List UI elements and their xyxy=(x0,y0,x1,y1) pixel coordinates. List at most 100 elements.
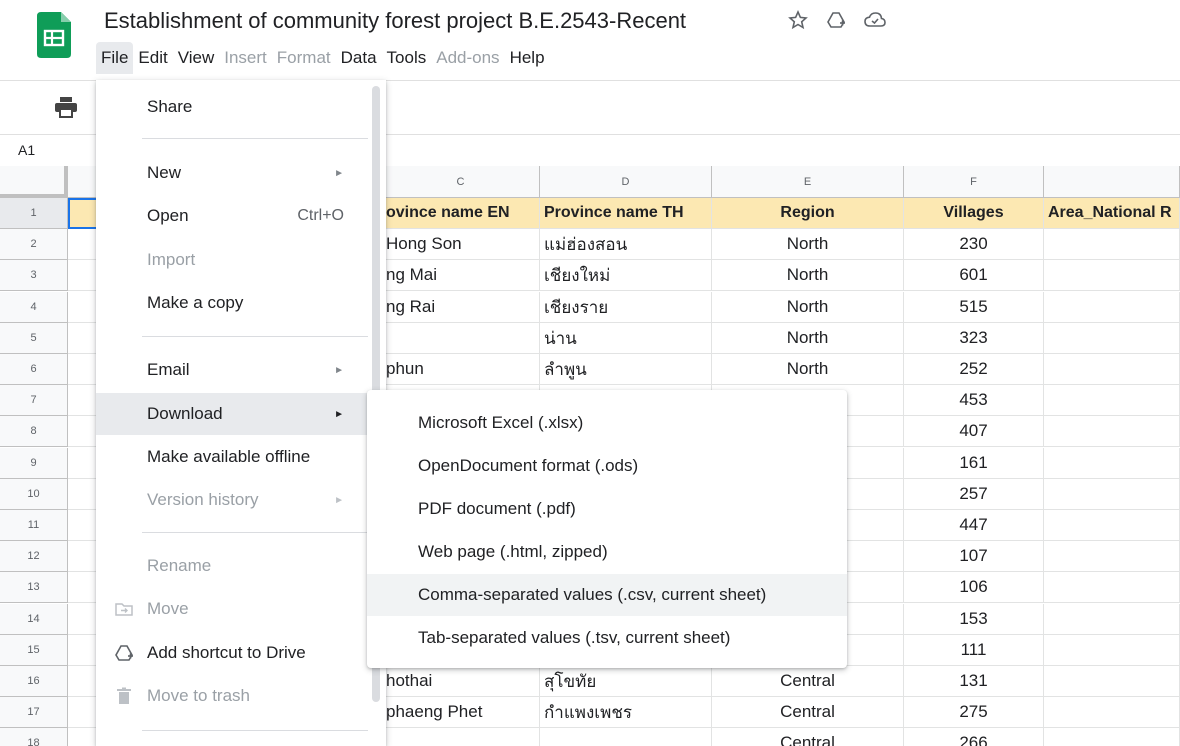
download-pdf[interactable]: PDF document (.pdf) xyxy=(367,488,847,530)
download-html[interactable]: Web page (.html, zipped) xyxy=(367,531,847,573)
table-cell[interactable] xyxy=(540,728,712,746)
table-cell[interactable] xyxy=(1044,510,1180,541)
row-header-6[interactable]: 6 xyxy=(0,354,68,385)
star-icon[interactable] xyxy=(788,10,808,30)
row-header-7[interactable]: 7 xyxy=(0,385,68,416)
sheets-logo-icon[interactable] xyxy=(37,12,71,58)
table-cell[interactable]: Hong Son xyxy=(382,229,540,260)
table-cell[interactable] xyxy=(1044,448,1180,479)
column-header-f[interactable]: F xyxy=(904,166,1044,198)
table-cell[interactable]: 601 xyxy=(904,260,1044,291)
table-cell[interactable]: 131 xyxy=(904,666,1044,697)
table-cell[interactable]: 515 xyxy=(904,292,1044,323)
table-cell[interactable] xyxy=(382,728,540,746)
table-cell[interactable] xyxy=(1044,728,1180,746)
table-cell[interactable] xyxy=(1044,541,1180,572)
menu-edit[interactable]: Edit xyxy=(133,42,172,74)
menu-data[interactable]: Data xyxy=(336,42,382,74)
row-header-5[interactable]: 5 xyxy=(0,323,68,354)
row-header-17[interactable]: 17 xyxy=(0,697,68,728)
table-cell[interactable] xyxy=(1044,697,1180,728)
column-header-c[interactable]: C xyxy=(382,166,540,198)
table-cell[interactable]: กำแพงเพชร xyxy=(540,697,712,728)
menu-item-make-a-copy[interactable]: Make a copy xyxy=(96,283,386,323)
table-cell[interactable] xyxy=(1044,416,1180,447)
row-header-8[interactable]: 8 xyxy=(0,416,68,447)
header-cell-c[interactable]: ovince name EN xyxy=(382,198,540,229)
table-cell[interactable]: North xyxy=(712,323,904,354)
table-cell[interactable]: สุโขทัย xyxy=(540,666,712,697)
table-cell[interactable]: 323 xyxy=(904,323,1044,354)
row-header-18[interactable]: 18 xyxy=(0,728,68,746)
row-header-14[interactable]: 14 xyxy=(0,604,68,635)
table-cell[interactable]: 230 xyxy=(904,229,1044,260)
table-cell[interactable]: ลำพูน xyxy=(540,354,712,385)
table-cell[interactable]: 161 xyxy=(904,448,1044,479)
download-xlsx[interactable]: Microsoft Excel (.xlsx) xyxy=(367,402,847,444)
table-cell[interactable]: Central xyxy=(712,728,904,746)
table-cell[interactable] xyxy=(1044,666,1180,697)
column-header-g[interactable] xyxy=(1044,166,1180,198)
table-cell[interactable]: hothai xyxy=(382,666,540,697)
table-cell[interactable]: Central xyxy=(712,697,904,728)
header-cell-d[interactable]: Province name TH xyxy=(540,198,712,229)
table-cell[interactable]: 153 xyxy=(904,604,1044,635)
table-cell[interactable]: น่าน xyxy=(540,323,712,354)
table-cell[interactable]: 407 xyxy=(904,416,1044,447)
header-cell-f[interactable]: Villages xyxy=(904,198,1044,229)
table-cell[interactable] xyxy=(1044,229,1180,260)
table-cell[interactable]: North xyxy=(712,260,904,291)
row-header-10[interactable]: 10 xyxy=(0,479,68,510)
table-cell[interactable]: 447 xyxy=(904,510,1044,541)
table-cell[interactable]: เชียงใหม่ xyxy=(540,260,712,291)
row-header-3[interactable]: 3 xyxy=(0,260,68,291)
menu-item-new[interactable]: New ► xyxy=(96,153,386,193)
row-header-9[interactable]: 9 xyxy=(0,448,68,479)
table-cell[interactable]: ng Rai xyxy=(382,292,540,323)
table-cell[interactable] xyxy=(1044,635,1180,666)
menu-insert[interactable]: Insert xyxy=(219,42,272,74)
row-header-1[interactable]: 1 xyxy=(0,198,68,229)
menu-item-download[interactable]: Download ► xyxy=(96,393,386,435)
document-title[interactable]: Establishment of community forest projec… xyxy=(104,8,686,34)
menu-format[interactable]: Format xyxy=(272,42,336,74)
table-cell[interactable] xyxy=(1044,385,1180,416)
menu-tools[interactable]: Tools xyxy=(382,42,432,74)
header-cell-e[interactable]: Region xyxy=(712,198,904,229)
menu-help[interactable]: Help xyxy=(505,42,550,74)
row-header-12[interactable]: 12 xyxy=(0,541,68,572)
column-header-d[interactable]: D xyxy=(540,166,712,198)
table-cell[interactable]: North xyxy=(712,292,904,323)
cloud-status-icon[interactable] xyxy=(864,10,886,30)
menu-item-rename[interactable]: Rename xyxy=(96,546,386,586)
print-icon[interactable] xyxy=(54,96,78,118)
row-header-13[interactable]: 13 xyxy=(0,572,68,603)
table-cell[interactable]: 111 xyxy=(904,635,1044,666)
select-all-corner[interactable] xyxy=(0,166,68,198)
table-cell[interactable]: 275 xyxy=(904,697,1044,728)
table-cell[interactable]: North xyxy=(712,229,904,260)
table-cell[interactable]: phun xyxy=(382,354,540,385)
menu-view[interactable]: View xyxy=(173,42,220,74)
row-header-4[interactable]: 4 xyxy=(0,292,68,323)
table-cell[interactable] xyxy=(382,323,540,354)
table-cell[interactable] xyxy=(1044,323,1180,354)
menu-item-make-available-offline[interactable]: Make available offline xyxy=(96,437,386,477)
row-header-16[interactable]: 16 xyxy=(0,666,68,697)
table-cell[interactable]: 453 xyxy=(904,385,1044,416)
table-cell[interactable] xyxy=(1044,572,1180,603)
menu-item-open[interactable]: Open Ctrl+O xyxy=(96,196,386,236)
header-cell-g[interactable]: Area_National R xyxy=(1044,198,1180,229)
table-cell[interactable] xyxy=(1044,354,1180,385)
table-cell[interactable]: 257 xyxy=(904,479,1044,510)
table-cell[interactable]: phaeng Phet xyxy=(382,697,540,728)
menu-item-move-to-trash[interactable]: Move to trash xyxy=(96,676,386,716)
table-cell[interactable]: เชียงราย xyxy=(540,292,712,323)
row-header-15[interactable]: 15 xyxy=(0,635,68,666)
row-header-2[interactable]: 2 xyxy=(0,229,68,260)
table-cell[interactable] xyxy=(1044,292,1180,323)
menu-item-import[interactable]: Import xyxy=(96,240,386,280)
download-csv[interactable]: Comma-separated values (.csv, current sh… xyxy=(367,574,847,616)
table-cell[interactable]: 252 xyxy=(904,354,1044,385)
name-box[interactable]: A1 xyxy=(18,142,35,158)
